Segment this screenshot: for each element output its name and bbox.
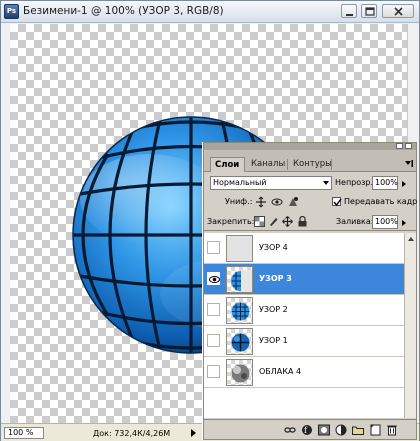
layer-style-icon[interactable]: f [301, 424, 313, 436]
layer-row-selected[interactable]: УЗОР 3 [204, 264, 404, 295]
delete-layer-icon[interactable] [386, 424, 398, 436]
layer-row[interactable]: УЗОР 1 [204, 326, 404, 357]
adjustment-layer-icon[interactable] [335, 424, 347, 436]
tab-layers[interactable]: Слои [210, 157, 245, 172]
panel-close-button[interactable] [405, 143, 412, 149]
layer-name: ОБЛАКА 4 [259, 367, 302, 376]
unify-visibility-icon[interactable] [271, 196, 283, 208]
zoom-field[interactable]: 100 % [4, 427, 44, 439]
layer-thumbnail [226, 266, 253, 293]
lock-pixels-icon[interactable] [268, 216, 279, 227]
unify-position-icon[interactable] [255, 196, 267, 208]
panel-header-strip[interactable] [204, 143, 416, 150]
window-title: Безимени-1 @ 100% (УЗОР 3, RGB/8) [23, 5, 224, 17]
layer-mask-icon[interactable] [318, 424, 330, 436]
layer-row[interactable]: ОБЛАКА 4 [204, 357, 404, 388]
visibility-toggle[interactable] [207, 365, 220, 378]
unify-style-icon[interactable] [287, 196, 299, 208]
title-bar[interactable]: Ps Безимени-1 @ 100% (УЗОР 3, RGB/8) [1, 1, 419, 23]
panel-tabs: Слои Каналы Контуры [204, 150, 416, 172]
layers-list: УЗОР 4 УЗОР 3 УЗОР 2 УЗОР 1 ОБЛАКА 4 [204, 233, 416, 418]
tab-channels[interactable]: Каналы [247, 157, 287, 172]
layer-thumbnail [226, 297, 253, 324]
layer-thumbnail [226, 235, 253, 262]
new-group-icon[interactable] [352, 424, 364, 436]
maximize-icon [365, 7, 375, 16]
layer-row[interactable]: УЗОР 4 [204, 233, 404, 264]
photoshop-app-icon: Ps [4, 4, 19, 19]
opacity-input[interactable]: 100% [372, 176, 398, 190]
unify-row: Униф.: Передавать кадр 1 [204, 194, 420, 210]
doc-info-menu-arrow-icon[interactable] [191, 429, 196, 437]
chevron-down-icon [323, 181, 329, 185]
checkmark-icon [333, 198, 342, 207]
visibility-toggle[interactable] [207, 241, 220, 254]
panel-menu-button[interactable] [404, 159, 414, 169]
visibility-toggle[interactable] [207, 303, 220, 316]
panel-menu-icon [405, 160, 413, 167]
fill-slider-arrow-icon[interactable] [402, 220, 406, 226]
link-layers-icon[interactable] [284, 424, 296, 436]
fill-input[interactable]: 100% [372, 215, 398, 229]
layer-thumbnail [226, 359, 253, 386]
propagate-frame-label: Передавать кадр 1 [344, 197, 420, 206]
eye-icon [209, 276, 220, 283]
close-icon [394, 7, 403, 16]
new-layer-icon[interactable] [369, 424, 381, 436]
minimize-icon [346, 14, 353, 16]
propagate-frame-checkbox[interactable] [332, 197, 342, 207]
lock-row: Закрепить: Заливка: 100% [204, 213, 416, 231]
panel-window-buttons [396, 143, 414, 149]
lock-all-icon[interactable] [297, 215, 308, 227]
minimize-button[interactable] [341, 4, 357, 18]
layer-name: УЗОР 3 [259, 274, 292, 283]
layer-row[interactable]: УЗОР 2 [204, 295, 404, 326]
blend-mode-select[interactable]: Нормальный [210, 176, 332, 190]
lock-transparency-icon[interactable] [254, 216, 265, 227]
maximize-button[interactable] [361, 4, 377, 18]
layer-name: УЗОР 2 [259, 305, 288, 314]
close-button[interactable] [382, 4, 414, 18]
lock-position-icon[interactable] [282, 216, 293, 227]
opacity-label: Непрозр.: [335, 178, 376, 187]
scroll-up-icon[interactable] [405, 233, 417, 245]
layers-panel: Слои Каналы Контуры Нормальный Непрозр.:… [203, 142, 420, 440]
layers-bottom-toolbar: f [204, 419, 416, 439]
tab-paths[interactable]: Контуры [289, 157, 332, 172]
layer-name: УЗОР 4 [259, 243, 288, 252]
lock-label: Закрепить: [207, 217, 255, 226]
visibility-toggle[interactable] [207, 272, 220, 285]
unify-label: Униф.: [225, 197, 253, 206]
panel-collapse-button[interactable] [396, 143, 403, 149]
blend-row: Нормальный Непрозр.: 100% [204, 174, 416, 192]
opacity-slider-arrow-icon[interactable] [402, 181, 406, 187]
layers-scrollbar[interactable] [404, 233, 416, 418]
layer-thumbnail [226, 328, 253, 355]
visibility-toggle[interactable] [207, 334, 220, 347]
tab-divider [331, 159, 332, 170]
document-info: Док: 732,4К/4,26М [93, 429, 171, 438]
layer-name: УЗОР 1 [259, 336, 288, 345]
blend-mode-value: Нормальный [213, 178, 267, 187]
tab-divider [287, 159, 288, 170]
fill-label: Заливка: [336, 217, 374, 226]
